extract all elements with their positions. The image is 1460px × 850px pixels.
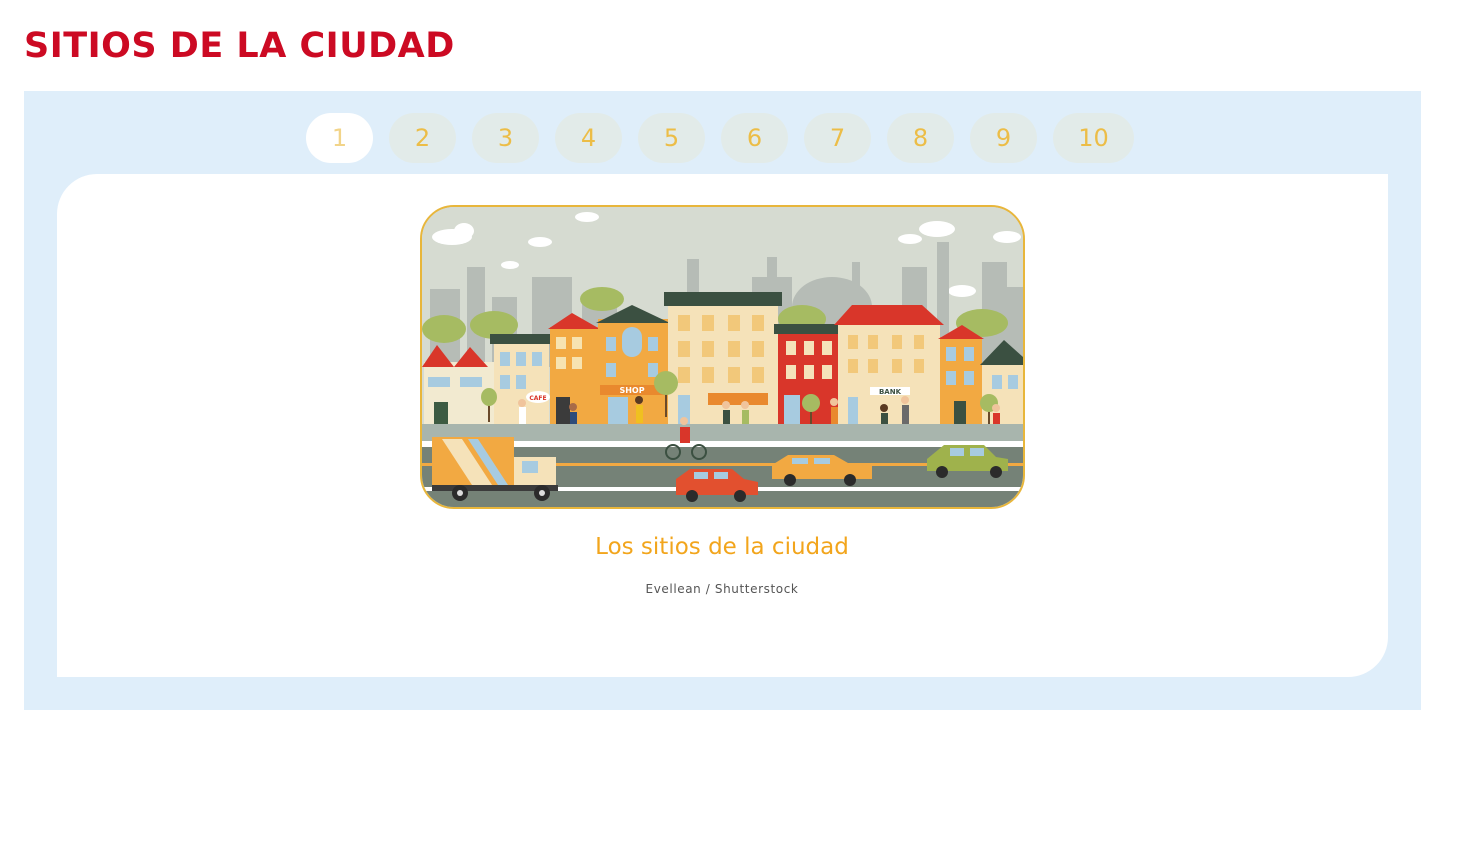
page-button-2[interactable]: 2 (389, 113, 456, 163)
slide-caption: Los sitios de la ciudad (595, 534, 849, 560)
page-button-4[interactable]: 4 (555, 113, 622, 163)
city-street-illustration: CAFE SHOP BANK (420, 205, 1025, 509)
page-button-3[interactable]: 3 (472, 113, 539, 163)
page-button-6[interactable]: 6 (721, 113, 788, 163)
page-button-7[interactable]: 7 (804, 113, 871, 163)
page-button-5[interactable]: 5 (638, 113, 705, 163)
page-button-1[interactable]: 1 (306, 113, 373, 163)
page-title: SITIOS DE LA CIUDAD (24, 26, 455, 66)
page-button-9[interactable]: 9 (970, 113, 1037, 163)
page-button-8[interactable]: 8 (887, 113, 954, 163)
cafe-sign: CAFE (529, 395, 546, 402)
page-button-10[interactable]: 10 (1053, 113, 1134, 163)
image-credit: Evellean / Shutterstock (645, 582, 799, 596)
shop-sign: SHOP (619, 386, 644, 395)
slide-pager: 1 2 3 4 5 6 7 8 9 10 (306, 113, 1134, 163)
bank-sign: BANK (879, 388, 902, 396)
